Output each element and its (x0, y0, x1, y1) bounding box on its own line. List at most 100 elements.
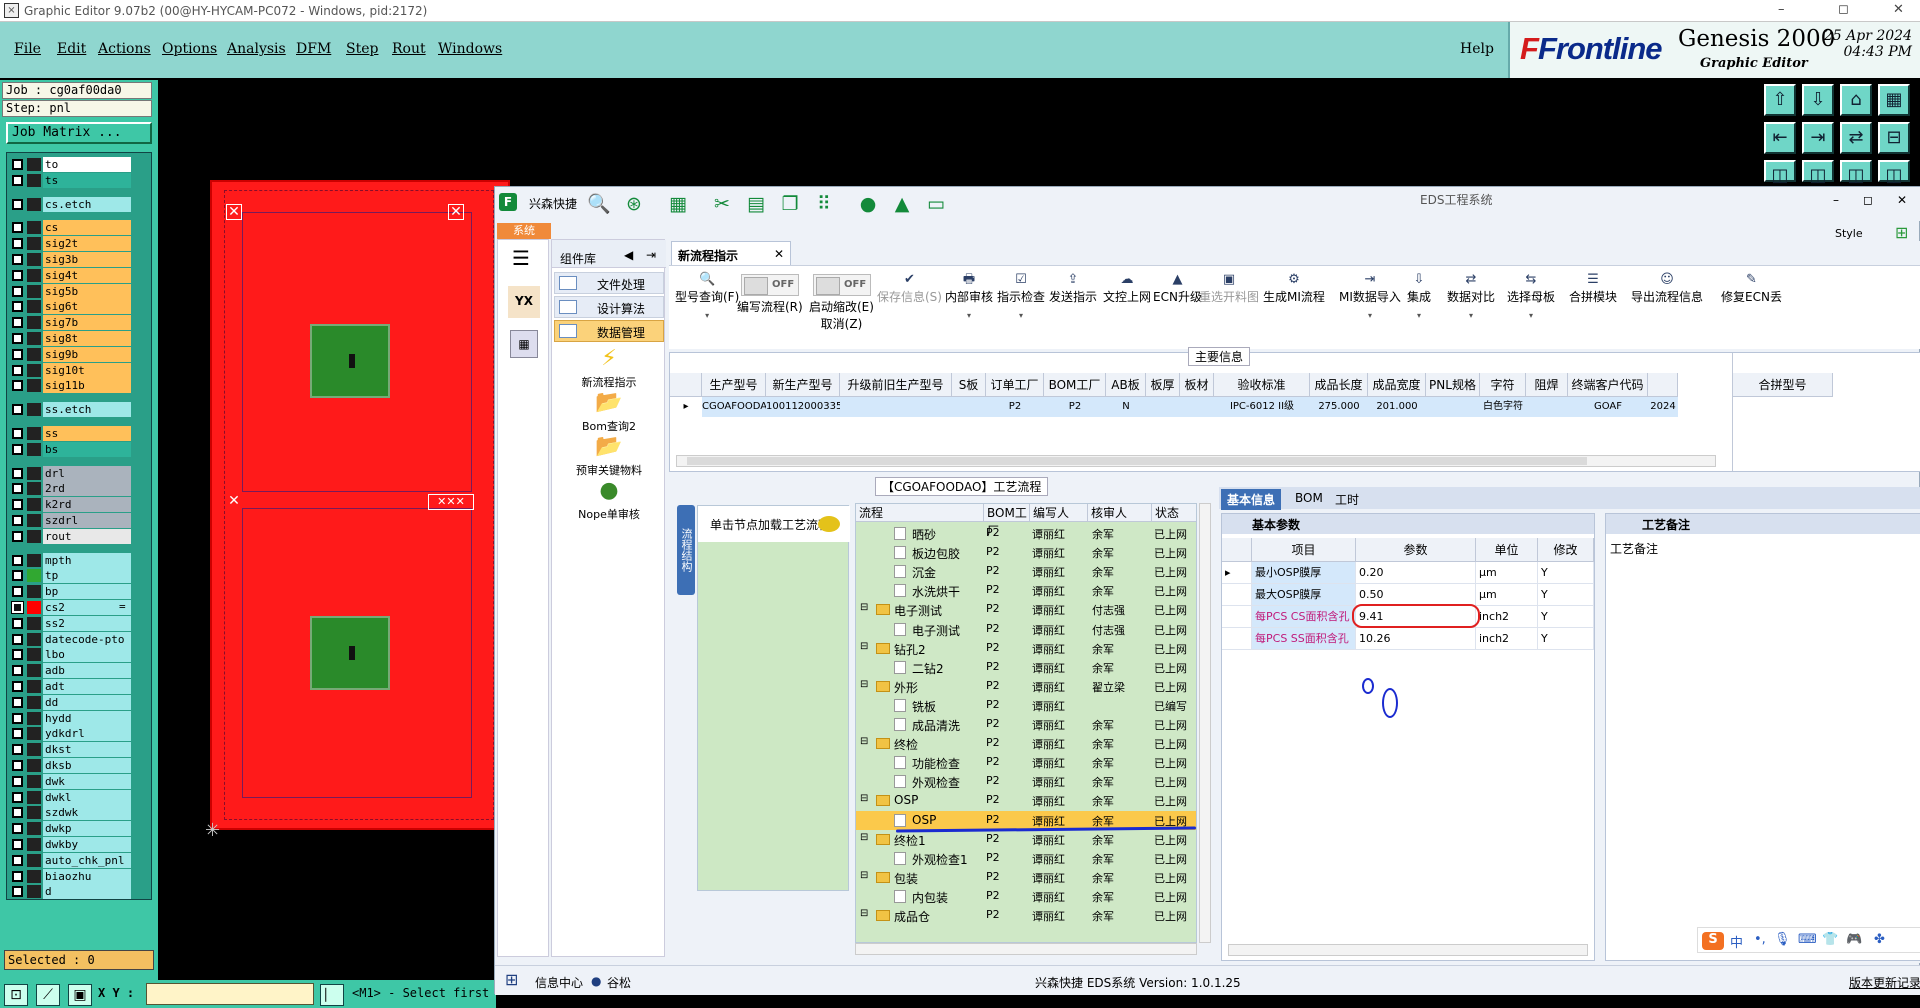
layer-row[interactable]: mpth (9, 552, 133, 568)
tree-row[interactable]: 板边包胶 P2 谭丽红 余军 已上网 (856, 543, 1196, 562)
cell-material[interactable] (1180, 397, 1214, 417)
ribbon-start-shrink[interactable]: 启动缩改(E) 取消(Z) (809, 298, 874, 332)
cell-end-customer[interactable]: GOAF (1568, 397, 1648, 417)
layer-name[interactable]: cs2 (43, 600, 131, 615)
col-new-model[interactable]: 新生产型号 (766, 373, 840, 397)
layer-name[interactable]: dksb (43, 758, 131, 773)
layer-color-swatch[interactable] (27, 601, 41, 614)
layer-name[interactable]: sig9b (43, 346, 131, 362)
col-s-board[interactable]: S板 (952, 373, 986, 397)
tree-col-status[interactable]: 状态 (1152, 504, 1196, 522)
cell-production-model[interactable]: CGOAFOODAO (702, 397, 766, 417)
layer-checkbox[interactable] (12, 348, 23, 360)
layer-checkbox[interactable] (12, 712, 23, 724)
layer-name[interactable]: sig3b (43, 252, 131, 267)
layer-name[interactable]: dwk (43, 773, 131, 789)
layer-checkbox[interactable] (12, 467, 23, 479)
menu-windows[interactable]: Windows (438, 41, 502, 57)
tree-expander-icon[interactable]: ⊟ (860, 679, 868, 690)
tab-close-icon[interactable]: ✕ (774, 247, 784, 261)
layer-checkbox[interactable] (11, 601, 24, 614)
layer-name[interactable]: to (43, 157, 131, 172)
param-col-value[interactable]: 参数 (1356, 538, 1476, 562)
tab-new-flow-instruction[interactable]: 新流程指示 ✕ (671, 241, 791, 265)
menu-dfm[interactable]: DFM (296, 41, 331, 57)
param-scrollbar[interactable] (1228, 944, 1588, 956)
layer-name[interactable]: ss2 (43, 615, 131, 631)
tree-row[interactable]: ⊟ 成品仓 P2 谭丽红 余军 已上网 (856, 906, 1196, 925)
layer-row[interactable]: datecode-pto (9, 631, 133, 647)
item-new-flow-instruction[interactable]: ⚡ 新流程指示 (552, 346, 666, 390)
layer-name[interactable]: 2rd (43, 481, 131, 497)
pin-icon[interactable]: ⇥ (646, 248, 656, 262)
tree-row[interactable]: 外观检查 P2 谭丽红 余军 已上网 (856, 772, 1196, 791)
layer-checkbox[interactable] (12, 483, 23, 495)
toggle-write-flow[interactable]: OFF (741, 274, 799, 296)
cell-solder-mask[interactable] (1526, 397, 1568, 417)
merge-model-header[interactable]: 合拼型号 (1733, 373, 1833, 397)
layer-row[interactable]: biaozhu (9, 868, 133, 884)
layer-checkbox[interactable] (12, 760, 23, 771)
layer-row[interactable]: bs (9, 441, 133, 457)
layer-row[interactable]: k2rd (9, 497, 133, 513)
layer-row[interactable]: hydd (9, 710, 133, 726)
menu-options[interactable]: Options (162, 41, 217, 57)
layer-name[interactable]: ts (43, 172, 131, 188)
layer-checkbox[interactable] (12, 301, 23, 313)
tree-col-writer[interactable]: 编写人 (1030, 504, 1088, 522)
layer-color-swatch[interactable] (27, 514, 41, 527)
layer-checkbox[interactable] (12, 198, 23, 210)
cell-acceptance[interactable]: IPC-6012 II级 (1214, 397, 1310, 417)
layer-checkbox[interactable] (12, 807, 23, 819)
layer-row[interactable]: sig6t (9, 299, 133, 315)
col-width[interactable]: 成品宽度 (1368, 373, 1426, 397)
layer-checkbox[interactable] (12, 570, 23, 582)
layer-checkbox[interactable] (12, 443, 23, 455)
tree-expander-icon[interactable]: ⊟ (860, 870, 868, 881)
tree-expander-icon[interactable]: ⊟ (860, 832, 868, 843)
layer-color-swatch[interactable] (27, 158, 41, 171)
layer-row[interactable]: lbo (9, 647, 133, 663)
layer-name[interactable]: dwkby (43, 837, 131, 852)
tool-right-icon[interactable]: ⇥ (1802, 122, 1834, 154)
snap-icon[interactable]: ▣ (68, 984, 92, 1006)
tree-expander-icon[interactable]: ⊟ (860, 641, 868, 652)
menu-rout[interactable]: Rout (392, 41, 426, 57)
layer-row[interactable]: szdwk (9, 805, 133, 821)
menu-analysis[interactable]: Analysis (227, 41, 286, 57)
layer-name[interactable]: rout (43, 528, 131, 544)
layer-row[interactable]: adb (9, 663, 133, 679)
col-thickness[interactable]: 板厚 (1146, 373, 1180, 397)
layer-row[interactable]: sig7b (9, 315, 133, 331)
tool-a-icon[interactable]: ◫ (1764, 160, 1796, 186)
tree-row[interactable]: ⊟ 外形 P2 谭丽红 翟立梁 已上网 (856, 677, 1196, 696)
layer-row[interactable]: ts (9, 172, 133, 188)
layer-name[interactable]: szdwk (43, 805, 131, 821)
layer-name[interactable]: hydd (43, 710, 131, 726)
tool-grid-icon[interactable]: ▦ (1878, 84, 1910, 116)
measure-icon[interactable]: ⟋ (36, 984, 60, 1006)
layer-row[interactable]: cs.etch (9, 196, 133, 212)
layer-color-swatch[interactable] (27, 403, 41, 417)
layer-checkbox[interactable] (12, 317, 23, 329)
layer-row[interactable]: sig3b (9, 252, 133, 267)
scissors-icon[interactable]: ✂ (711, 193, 733, 215)
layer-row[interactable]: to (9, 157, 133, 172)
ribbon-model-query[interactable]: 🔍 型号查询(F) ▾ (675, 272, 739, 320)
ime-mode[interactable]: 中 (1730, 932, 1743, 951)
menu-file-processing[interactable]: 文件处理 (554, 272, 664, 294)
layer-row[interactable]: dwkl (9, 789, 133, 805)
layer-color-swatch[interactable] (27, 885, 41, 899)
cell-character[interactable]: 白色字符 (1480, 397, 1526, 417)
layer-row[interactable]: d (9, 884, 133, 900)
layer-color-swatch[interactable] (27, 806, 41, 820)
menu-data-management[interactable]: 数据管理 (554, 320, 664, 342)
tree-col-bom[interactable]: BOM工厂 (984, 504, 1030, 538)
layer-name[interactable]: cs (43, 220, 131, 236)
zoom-box-icon[interactable]: ⊡ (4, 984, 28, 1006)
layer-row[interactable]: tp (9, 568, 133, 584)
layer-row[interactable]: dkst (9, 742, 133, 758)
layer-checkbox[interactable] (12, 854, 23, 866)
layer-name[interactable]: sig10t (43, 362, 131, 378)
tree-row[interactable]: 成品清洗 P2 谭丽红 余军 已上网 (856, 715, 1196, 734)
